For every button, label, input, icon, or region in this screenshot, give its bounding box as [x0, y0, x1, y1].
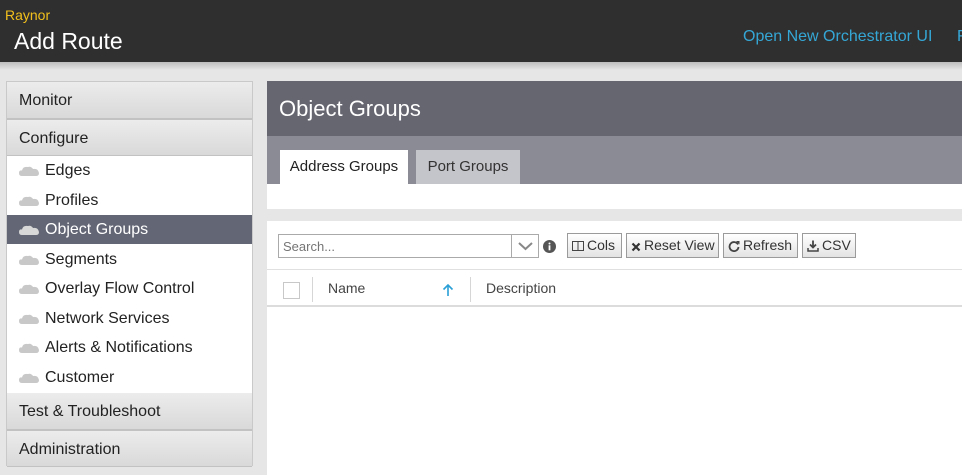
- open-orchestrator-link[interactable]: Open New Orchestrator UI: [743, 28, 932, 46]
- sidebar-section-test-troubleshoot[interactable]: Test & Troubleshoot: [7, 393, 252, 430]
- sidebar-item-label: Customer: [45, 369, 115, 386]
- search-dropdown-toggle[interactable]: [512, 234, 539, 258]
- column-divider: [470, 277, 471, 302]
- cloud-icon: [19, 373, 39, 383]
- chevron-down-icon: [518, 242, 533, 251]
- sort-ascending-icon[interactable]: [441, 283, 455, 297]
- sidebar-item-profiles[interactable]: Profiles: [7, 186, 252, 215]
- sidebar-item-customer[interactable]: Customer: [7, 363, 252, 392]
- refresh-button-label: Refresh: [743, 237, 793, 253]
- cloud-icon: [19, 255, 39, 265]
- sidebar-item-label: Object Groups: [45, 221, 149, 238]
- sidebar-section-monitor[interactable]: Monitor: [7, 82, 252, 119]
- sidebar-item-overlay-flow-control[interactable]: Overlay Flow Control: [7, 274, 252, 303]
- info-icon[interactable]: [543, 240, 556, 253]
- csv-export-button[interactable]: CSV: [802, 233, 856, 258]
- sidebar-item-network-services[interactable]: Network Services: [7, 304, 252, 333]
- search-input[interactable]: [278, 234, 512, 258]
- cloud-icon: [19, 284, 39, 294]
- sidebar: Monitor Configure Edges Profiles Object …: [6, 81, 253, 467]
- cloud-icon: [19, 314, 39, 324]
- reset-view-button-label: Reset View: [644, 237, 715, 253]
- panel-title: Object Groups: [279, 96, 421, 121]
- tab-address-groups[interactable]: Address Groups: [280, 150, 408, 184]
- columns-button-label: Cols: [587, 237, 616, 253]
- column-header-description[interactable]: Description: [486, 280, 556, 296]
- sidebar-item-segments[interactable]: Segments: [7, 245, 252, 274]
- grid-area: [267, 221, 962, 475]
- sidebar-section-configure[interactable]: Configure: [7, 119, 252, 156]
- cloud-icon: [19, 343, 39, 353]
- sidebar-item-object-groups[interactable]: Object Groups: [7, 215, 252, 244]
- select-all-checkbox[interactable]: [283, 282, 300, 299]
- sidebar-item-label: Profiles: [45, 192, 99, 209]
- columns-icon: [572, 241, 584, 251]
- sidebar-section-administration[interactable]: Administration: [7, 430, 252, 467]
- download-icon: [807, 240, 819, 252]
- sidebar-item-label: Alerts & Notifications: [45, 339, 193, 356]
- csv-button-label: CSV: [822, 237, 851, 253]
- sidebar-item-label: Overlay Flow Control: [45, 280, 195, 297]
- sidebar-item-label: Segments: [45, 251, 118, 268]
- tab-port-groups[interactable]: Port Groups: [416, 150, 520, 184]
- header-shadow: [0, 62, 962, 70]
- cloud-icon: [19, 196, 39, 206]
- cloud-icon: [19, 166, 39, 176]
- sidebar-item-label: Network Services: [45, 310, 170, 327]
- cloud-icon: [19, 225, 39, 235]
- panel-header: Object Groups: [267, 81, 962, 136]
- reset-view-button[interactable]: Reset View: [626, 233, 719, 258]
- refresh-icon: [728, 241, 740, 252]
- close-icon: [631, 242, 641, 252]
- brand-name: Raynor: [5, 7, 51, 23]
- page-title: Add Route: [14, 28, 123, 54]
- columns-button[interactable]: Cols: [567, 233, 622, 258]
- column-header-name[interactable]: Name: [328, 280, 365, 296]
- header-link-truncated[interactable]: F: [957, 28, 962, 46]
- refresh-button[interactable]: Refresh: [723, 233, 798, 258]
- sidebar-item-alerts-notifications[interactable]: Alerts & Notifications: [7, 333, 252, 362]
- table-header: Name Description: [267, 269, 962, 307]
- section-gap: [267, 209, 962, 221]
- column-divider: [312, 277, 313, 302]
- sidebar-item-label: Edges: [45, 162, 91, 179]
- top-header: Raynor Add Route Open New Orchestrator U…: [0, 0, 962, 62]
- tab-content-strip: [267, 184, 962, 209]
- tab-bar: Address Groups Port Groups: [267, 136, 962, 184]
- sidebar-item-edges[interactable]: Edges: [7, 156, 252, 185]
